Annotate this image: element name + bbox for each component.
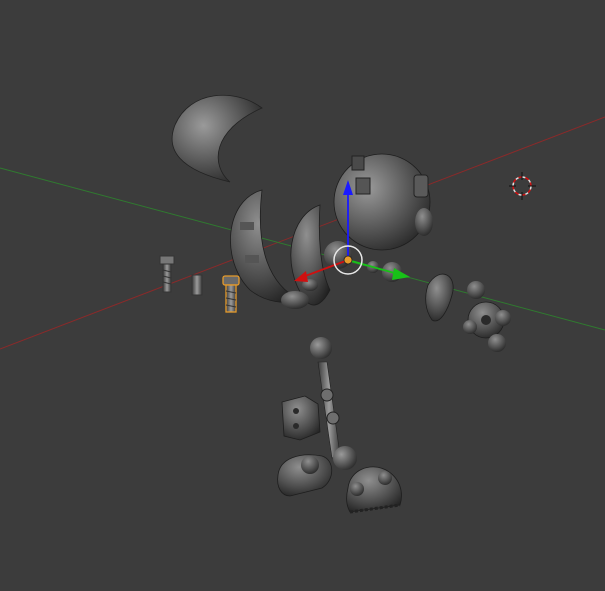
neck-ball-part[interactable]: [310, 337, 332, 359]
spacer-part[interactable]: [191, 274, 203, 296]
helmet-shell-part[interactable]: [171, 94, 263, 183]
right-arm-part[interactable]: [425, 273, 511, 352]
3d-viewport[interactable]: [0, 0, 605, 591]
lower-joint-ball-part[interactable]: [333, 446, 357, 470]
selected-screw-part[interactable]: [222, 275, 240, 313]
bracket-part[interactable]: [281, 395, 321, 441]
viewport-canvas[interactable]: [0, 0, 605, 591]
3d-cursor-icon[interactable]: [509, 172, 536, 200]
body-sphere-part[interactable]: [324, 153, 433, 269]
left-hemisphere-part[interactable]: [230, 189, 331, 309]
right-foot-part[interactable]: [346, 466, 402, 514]
spine-rod-part[interactable]: [317, 361, 341, 459]
left-foot-part[interactable]: [277, 454, 333, 497]
